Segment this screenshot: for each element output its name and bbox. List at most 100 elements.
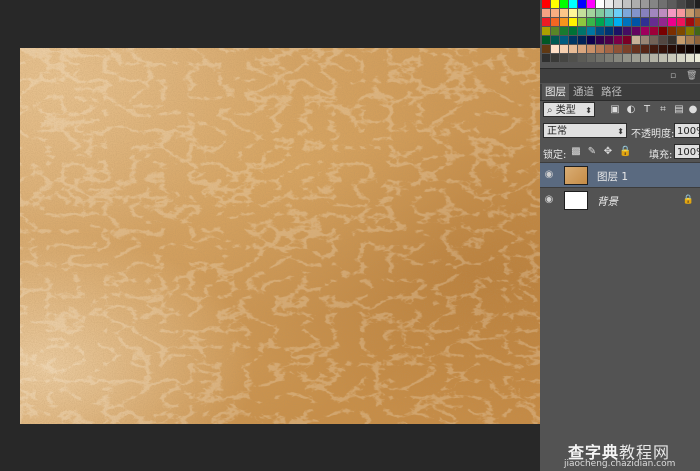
color-swatch[interactable] (695, 54, 700, 62)
color-swatch[interactable] (587, 0, 595, 8)
color-swatch[interactable] (560, 54, 568, 62)
tab-paths[interactable]: 路径 (598, 84, 625, 100)
color-swatch[interactable] (650, 9, 658, 17)
opacity-field[interactable]: 100% (674, 123, 700, 138)
color-swatch[interactable] (677, 0, 685, 8)
color-swatch[interactable] (632, 27, 640, 35)
color-swatch[interactable] (614, 54, 622, 62)
color-swatch[interactable] (605, 0, 613, 8)
color-swatch[interactable] (605, 18, 613, 26)
color-swatch[interactable] (677, 27, 685, 35)
color-swatch[interactable] (569, 54, 577, 62)
color-swatch[interactable] (551, 0, 559, 8)
new-swatch-icon[interactable]: ▫ (670, 72, 678, 81)
smart-object-filter-icon[interactable]: ▤ (674, 105, 684, 115)
color-swatch[interactable] (605, 36, 613, 44)
tab-layers[interactable]: 图层 (542, 84, 569, 100)
color-swatch[interactable] (668, 0, 676, 8)
color-swatch[interactable] (668, 18, 676, 26)
visibility-eye-icon[interactable]: ◉ (544, 195, 554, 205)
color-swatch[interactable] (659, 9, 667, 17)
color-swatch[interactable] (677, 18, 685, 26)
color-swatch[interactable] (542, 0, 550, 8)
color-swatch[interactable] (578, 36, 586, 44)
color-swatch[interactable] (578, 45, 586, 53)
color-swatch[interactable] (641, 54, 649, 62)
color-swatch[interactable] (686, 36, 694, 44)
delete-swatch-icon[interactable]: 🗑 (686, 72, 697, 81)
pixel-filter-icon[interactable]: ▣ (610, 105, 620, 115)
color-swatch[interactable] (587, 36, 595, 44)
type-filter-icon[interactable]: T (642, 105, 652, 115)
color-swatch[interactable] (650, 36, 658, 44)
color-swatch[interactable] (623, 27, 631, 35)
color-swatch[interactable] (551, 36, 559, 44)
color-swatch[interactable] (641, 9, 649, 17)
color-swatch[interactable] (596, 18, 604, 26)
color-swatch[interactable] (623, 18, 631, 26)
color-swatch[interactable] (596, 27, 604, 35)
layer-name[interactable]: 图层 1 (597, 169, 628, 184)
color-swatch[interactable] (686, 18, 694, 26)
color-swatch[interactable] (650, 27, 658, 35)
color-swatch[interactable] (587, 45, 595, 53)
color-swatch[interactable] (695, 27, 700, 35)
color-swatch[interactable] (551, 27, 559, 35)
color-swatch[interactable] (614, 45, 622, 53)
color-swatch[interactable] (578, 9, 586, 17)
color-swatch[interactable] (668, 36, 676, 44)
color-swatch[interactable] (596, 0, 604, 8)
color-swatch[interactable] (650, 45, 658, 53)
color-swatch[interactable] (686, 9, 694, 17)
document-canvas-area[interactable] (0, 0, 540, 471)
color-swatch[interactable] (623, 36, 631, 44)
tab-channels[interactable]: 通道 (570, 84, 597, 100)
filter-toggle-icon[interactable]: ● (688, 105, 698, 115)
color-swatch[interactable] (614, 0, 622, 8)
color-swatch[interactable] (695, 36, 700, 44)
swatch-grid[interactable] (542, 0, 700, 62)
color-swatch[interactable] (596, 36, 604, 44)
color-swatch[interactable] (542, 9, 550, 17)
color-swatch[interactable] (605, 54, 613, 62)
color-swatch[interactable] (659, 27, 667, 35)
color-swatch[interactable] (614, 9, 622, 17)
color-swatch[interactable] (659, 45, 667, 53)
color-swatch[interactable] (659, 36, 667, 44)
color-swatch[interactable] (569, 18, 577, 26)
color-swatch[interactable] (677, 9, 685, 17)
color-swatch[interactable] (605, 27, 613, 35)
color-swatch[interactable] (587, 9, 595, 17)
color-swatch[interactable] (560, 18, 568, 26)
color-swatch[interactable] (542, 45, 550, 53)
color-swatch[interactable] (650, 54, 658, 62)
visibility-eye-icon[interactable]: ◉ (544, 170, 554, 180)
color-swatch[interactable] (623, 54, 631, 62)
layer-name[interactable]: 背景 (597, 194, 618, 209)
shape-filter-icon[interactable]: ⌗ (658, 105, 668, 115)
color-swatch[interactable] (686, 54, 694, 62)
color-swatch[interactable] (542, 36, 550, 44)
color-swatch[interactable] (686, 0, 694, 8)
layer-row-background[interactable]: ◉ 背景 🔒 (540, 187, 700, 213)
lock-transparent-icon[interactable]: ▩ (571, 147, 581, 157)
color-swatch[interactable] (569, 27, 577, 35)
color-swatch[interactable] (641, 45, 649, 53)
color-swatch[interactable] (659, 0, 667, 8)
color-swatch[interactable] (578, 0, 586, 8)
color-swatch[interactable] (623, 9, 631, 17)
color-swatch[interactable] (659, 54, 667, 62)
lock-image-brush-icon[interactable]: ✎ (587, 147, 597, 157)
fill-field[interactable]: 100% (674, 144, 700, 159)
color-swatch[interactable] (569, 9, 577, 17)
color-swatch[interactable] (623, 0, 631, 8)
color-swatch[interactable] (578, 27, 586, 35)
color-swatch[interactable] (569, 45, 577, 53)
color-swatch[interactable] (614, 18, 622, 26)
adjustment-filter-icon[interactable]: ◐ (626, 105, 636, 115)
color-swatch[interactable] (551, 9, 559, 17)
color-swatch[interactable] (650, 0, 658, 8)
color-swatch[interactable] (668, 27, 676, 35)
color-swatch[interactable] (551, 18, 559, 26)
color-swatch[interactable] (677, 45, 685, 53)
